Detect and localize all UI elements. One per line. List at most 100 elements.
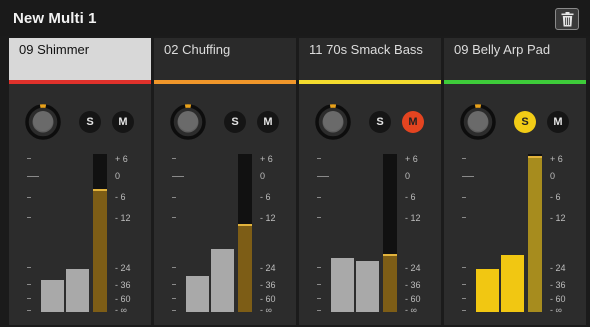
scale-mark [172,176,184,177]
db-scale-label: 0 [405,171,411,181]
db-scale-label: + 6 [115,154,128,164]
db-scale-label: + 6 [260,154,273,164]
db-scale-label: - 12 [260,213,276,223]
volume-meter-fill [528,156,542,312]
strip-header[interactable]: 02 Chuffing [154,38,296,80]
scale-mark [462,158,466,159]
volume-meter-fill [383,254,397,312]
multi-mixer-window: New Multi 1 09 Shimmer S M + 60- 6- 12- 24-… [0,0,590,327]
db-scale-label: - 12 [115,213,131,223]
scale-mark [27,176,39,177]
volume-meter-fill [93,189,107,312]
scale-mark [462,267,466,268]
db-scale-label: - 36 [115,280,131,290]
scale-mark [317,284,321,285]
db-scale-label: + 6 [405,154,418,164]
scale-mark [27,310,31,311]
scale-mark [317,158,321,159]
db-scale-label: - 36 [405,280,421,290]
db-scale-label: - 60 [260,294,276,304]
output-level-bar [66,269,89,312]
scale-mark [27,158,31,159]
delete-button[interactable] [555,8,579,30]
mute-button[interactable]: M [112,111,134,133]
output-level-bar [331,258,354,312]
db-scale-label: - 36 [550,280,566,290]
scale-mark [172,267,176,268]
pan-knob[interactable] [170,104,206,140]
channel-strip: 09 Belly Arp Pad S M + 6 0 - 6 - 12 - 24 - 36 - 6… [444,38,586,325]
scale-mark [27,217,31,218]
solo-button[interactable]: S [514,111,536,133]
db-scale-label: - 24 [405,263,421,273]
db-scale-label: - 12 [550,213,566,223]
db-scale-label: - ∞ [115,305,127,315]
db-scale-label: - 24 [550,263,566,273]
volume-meter-peak [238,224,252,226]
scale-mark [27,284,31,285]
strip-header[interactable]: 09 Belly Arp Pad [444,38,586,80]
channel-strip: 11 70s Smack Bass S M + 6 0 - 6 - 12 - 24 - 36 - … [299,38,441,325]
scale-mark [27,197,31,198]
strip-name: 02 Chuffing [164,42,231,57]
scale-mark [317,310,321,311]
channel-strips: 09 Shimmer S M + 60- 6- 12- 24- 36- 60- ∞ 02… [9,38,586,325]
solo-button[interactable]: S [369,111,391,133]
knob-icon [315,104,351,140]
volume-meter-peak [93,189,107,191]
scale-mark [27,298,31,299]
knob-icon [170,104,206,140]
strip-name: 09 Shimmer [19,42,90,57]
solo-button[interactable]: S [79,111,101,133]
db-scale-label: - 60 [115,294,131,304]
db-scale-label: - 6 [405,192,416,202]
volume-meter-peak [383,254,397,256]
scale-mark [317,197,321,198]
scale-mark [317,217,321,218]
pan-knob[interactable] [25,104,61,140]
db-scale-label: - 60 [405,294,421,304]
knob-icon [25,104,61,140]
pan-knob[interactable] [460,104,496,140]
strip-color-bar [9,80,151,84]
knob-icon [460,104,496,140]
scale-mark [172,310,176,311]
mute-button[interactable]: M [257,111,279,133]
output-level-bar [476,269,499,312]
strip-header[interactable]: 11 70s Smack Bass [299,38,441,80]
db-scale-label: - 60 [550,294,566,304]
output-level-bar [356,261,379,312]
trash-icon [561,12,574,27]
strip-color-bar [299,80,441,84]
strip-header[interactable]: 09 Shimmer [9,38,151,80]
scale-mark [172,158,176,159]
output-level-bar [211,249,234,312]
pan-knob[interactable] [315,104,351,140]
db-scale-label: 0 [260,171,266,181]
strip-name: 11 70s Smack Bass [309,42,423,57]
scale-mark [462,197,466,198]
scale-mark [172,197,176,198]
db-scale-label: - ∞ [550,305,562,315]
multi-title: New Multi 1 [13,10,97,27]
scale-mark [172,298,176,299]
scale-mark [172,284,176,285]
channel-strip: 09 Shimmer S M + 6 0 - 6 - 12 - 24 - 36 - 60- ∞ [9,38,151,325]
output-level-bar [501,255,524,312]
strip-color-bar [154,80,296,84]
db-scale-label: - ∞ [260,305,272,315]
db-scale-label: 0 [550,171,556,181]
scale-mark [172,217,176,218]
db-scale-label: - ∞ [405,305,417,315]
mute-button[interactable]: M [402,111,424,133]
solo-button[interactable]: S [224,111,246,133]
strip-color-bar [444,80,586,84]
scale-mark [462,176,474,177]
channel-strip: 02 Chuffing S M + 6 0 - 6 - 12 - 24 - 36 - 60- ∞ [154,38,296,325]
scale-mark [317,176,329,177]
strip-name: 09 Belly Arp Pad [454,42,551,57]
scale-mark [462,217,466,218]
scale-mark [317,298,321,299]
mute-button[interactable]: M [547,111,569,133]
db-scale-label: - 36 [260,280,276,290]
